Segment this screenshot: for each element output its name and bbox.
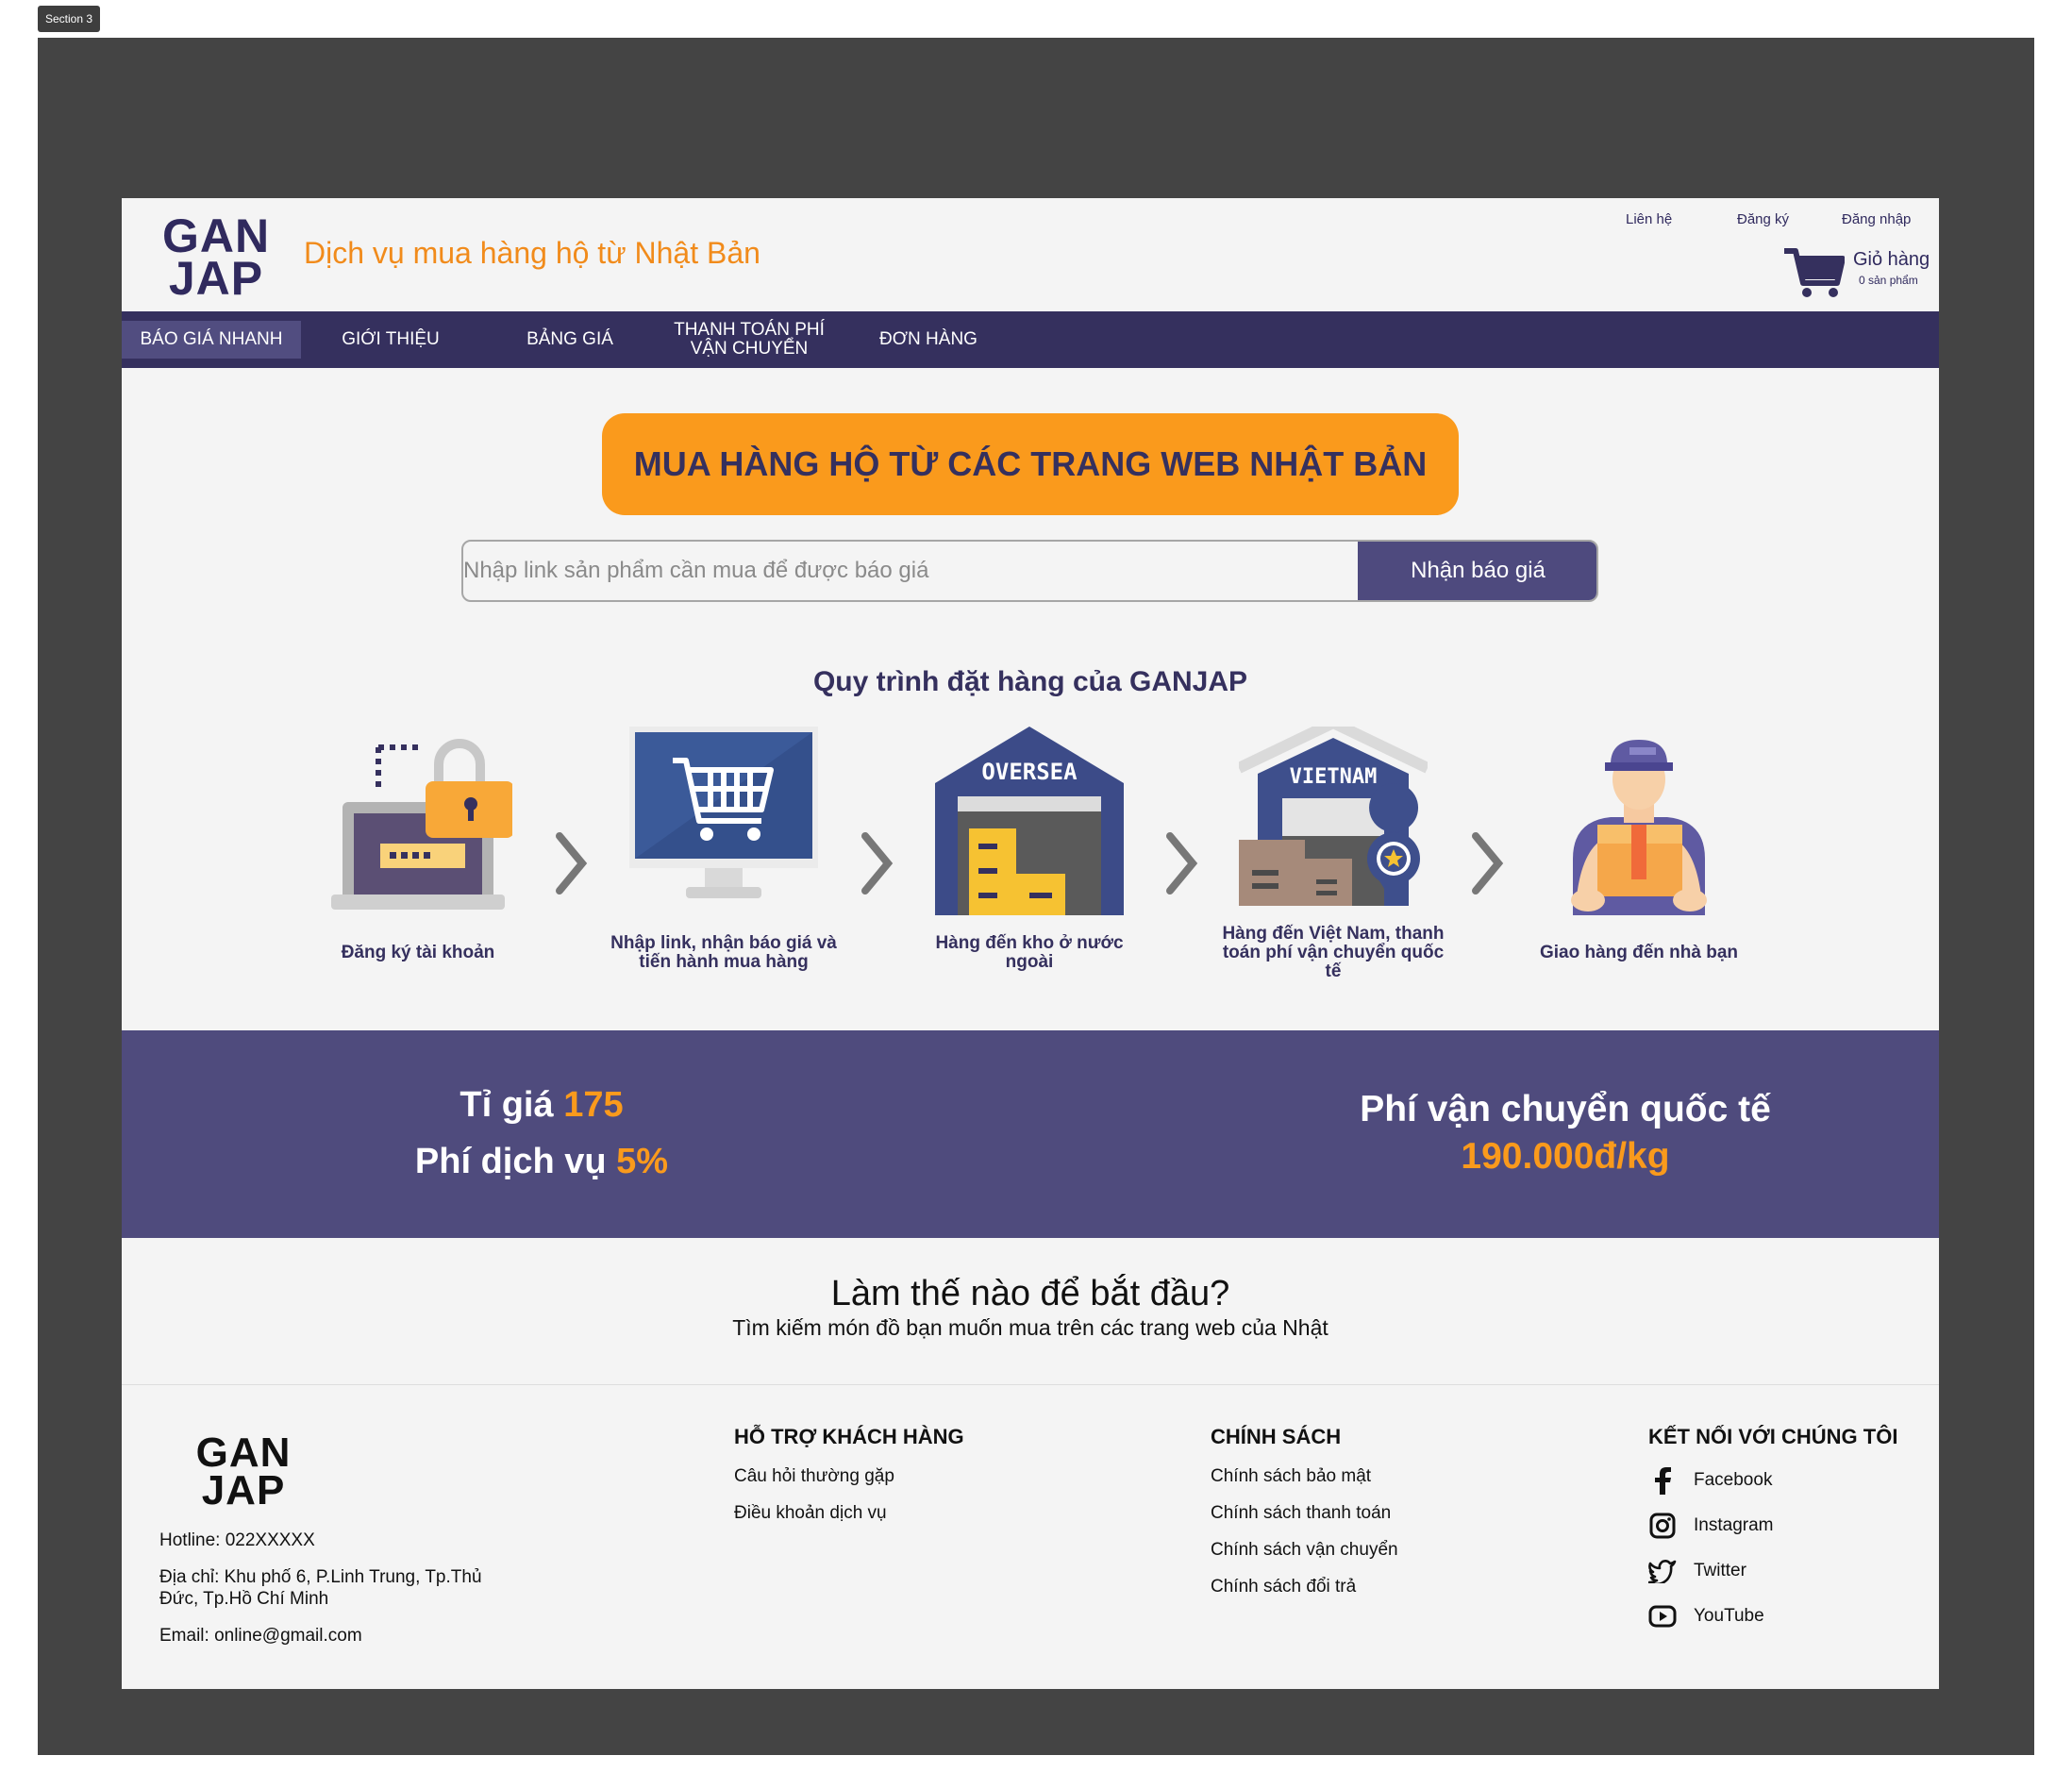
shipping-fee-label: Phí vận chuyển quốc tế [1360,1089,1771,1129]
footer-divider [122,1384,1939,1385]
service-fee: Phí dịch vụ 5% [367,1142,716,1182]
nav-item-quick-quote[interactable]: BÁO GIÁ NHANH [122,321,301,359]
logo-line-2: JAP [168,252,264,305]
delivery-person-icon [1545,727,1733,915]
step-label: Đăng ký tài khoản [341,943,495,962]
payment-policy-link[interactable]: Chính sách thanh toán [1211,1503,1391,1524]
privacy-policy-link[interactable]: Chính sách bảo mật [1211,1466,1371,1487]
instagram-icon [1648,1512,1677,1540]
footer-hotline: Hotline: 022XXXXX [159,1530,315,1550]
site-logo[interactable]: GAN JAP [159,212,273,305]
social-label: YouTube [1694,1606,1764,1626]
product-link-input[interactable] [463,542,1358,600]
faq-link[interactable]: Câu hỏi thường gặp [734,1466,894,1487]
laptop-lock-icon [324,727,514,915]
chevron-right-icon [556,832,588,894]
shipping-fee-value: 190.000đ/kg [1461,1136,1670,1177]
vietnam-warehouse-icon: VIETNAM [1236,716,1430,915]
main-nav: BÁO GIÁ NHANH GIỚI THIỆU BẢNG GIÁ THANH … [122,311,1939,368]
web-page: GAN JAP Dịch vụ mua hàng hộ từ Nhật Bản … [122,198,1939,1689]
exchange-rate-value: 175 [563,1085,624,1125]
login-link[interactable]: Đăng nhập [1842,211,1911,227]
logo-line-1: GAN [195,1430,292,1476]
exchange-rate-label: Tỉ giá [460,1085,554,1125]
step-label: Hàng đến kho ở nước ngoài [935,933,1124,972]
social-instagram[interactable]: Instagram [1648,1512,1773,1540]
vietnam-badge: VIETNAM [1290,765,1378,789]
shipping-policy-link[interactable]: Chính sách vận chuyển [1211,1540,1398,1561]
search-bar: Nhận báo giá [461,540,1598,602]
how-to-start-subtitle: Tìm kiếm món đồ bạn muốn mua trên các tr… [732,1315,1328,1340]
how-to-start-title: Làm thế nào để bắt đầu? [830,1274,1230,1313]
twitter-icon [1648,1557,1677,1585]
logo-line-2: JAP [201,1466,286,1513]
nav-item-orders[interactable]: ĐƠN HÀNG [839,311,1018,368]
social-facebook[interactable]: Facebook [1648,1466,1772,1495]
support-heading: HỖ TRỢ KHÁCH HÀNG [734,1425,964,1448]
terms-link[interactable]: Điều khoản dịch vụ [734,1503,887,1524]
footer-logo[interactable]: GAN JAP [192,1430,295,1513]
monitor-cart-icon [629,727,818,915]
get-quote-button[interactable]: Nhận báo giá [1358,542,1596,600]
shopping-cart-icon[interactable] [1782,247,1846,305]
social-twitter[interactable]: Twitter [1648,1557,1746,1585]
process-title: Quy trình đặt hàng của GANJAP [812,666,1248,697]
section-tag: Section 3 [38,6,101,32]
social-heading: KẾT NỐI VỚI CHÚNG TÔI [1648,1425,1898,1448]
social-label: Facebook [1694,1470,1773,1490]
footer-email: Email: online@gmail.com [159,1626,362,1646]
social-label: Twitter [1694,1561,1746,1580]
oversea-badge: OVERSEA [981,759,1078,785]
policy-heading: CHÍNH SÁCH [1211,1425,1342,1448]
footer-address: Địa chỉ: Khu phố 6, P.Linh Trung, Tp.Thủ… [159,1567,482,1609]
chevron-right-icon [861,832,894,894]
chevron-right-icon [1472,832,1504,894]
return-policy-link[interactable]: Chính sách đổi trả [1211,1577,1356,1597]
step-label: Nhập link, nhận báo giá và tiến hành mua… [610,933,837,972]
facebook-icon [1648,1466,1677,1495]
social-label: Instagram [1694,1515,1774,1535]
nav-item-shipping-payment[interactable]: THANH TOÁN PHÍ VẬN CHUYỂN [660,311,839,368]
canvas-frame: GAN JAP Dịch vụ mua hàng hộ từ Nhật Bản … [38,38,2034,1755]
exchange-rate: Tỉ giá 175 [367,1085,716,1126]
contact-link[interactable]: Liên hệ [1626,211,1672,227]
youtube-icon [1648,1602,1677,1630]
nav-item-about[interactable]: GIỚI THIỆU [301,311,480,368]
register-link[interactable]: Đăng ký [1737,211,1789,227]
hero-banner: MUA HÀNG HỘ TỪ CÁC TRANG WEB NHẬT BẢN [602,413,1459,515]
cart-label[interactable]: Giỏ hàng [1853,249,1930,271]
step-label: Giao hàng đến nhà bạn [1539,943,1739,962]
cart-count: 0 sản phẩm [1859,274,1918,287]
service-fee-label: Phí dịch vụ [414,1142,607,1181]
chevron-right-icon [1166,832,1198,894]
nav-item-pricing[interactable]: BẢNG GIÁ [480,311,660,368]
service-fee-value: 5% [616,1142,669,1181]
step-label: Hàng đến Việt Nam, thanh toán phí vận ch… [1222,924,1445,981]
social-youtube[interactable]: YouTube [1648,1602,1764,1630]
site-header: GAN JAP Dịch vụ mua hàng hộ từ Nhật Bản … [122,198,1939,311]
pricing-stats-band: Tỉ giá 175 Phí dịch vụ 5% Phí vận chuyển… [122,1030,1939,1238]
site-tagline: Dịch vụ mua hàng hộ từ Nhật Bản [304,236,760,270]
oversea-warehouse-icon: OVERSEA [935,727,1124,915]
